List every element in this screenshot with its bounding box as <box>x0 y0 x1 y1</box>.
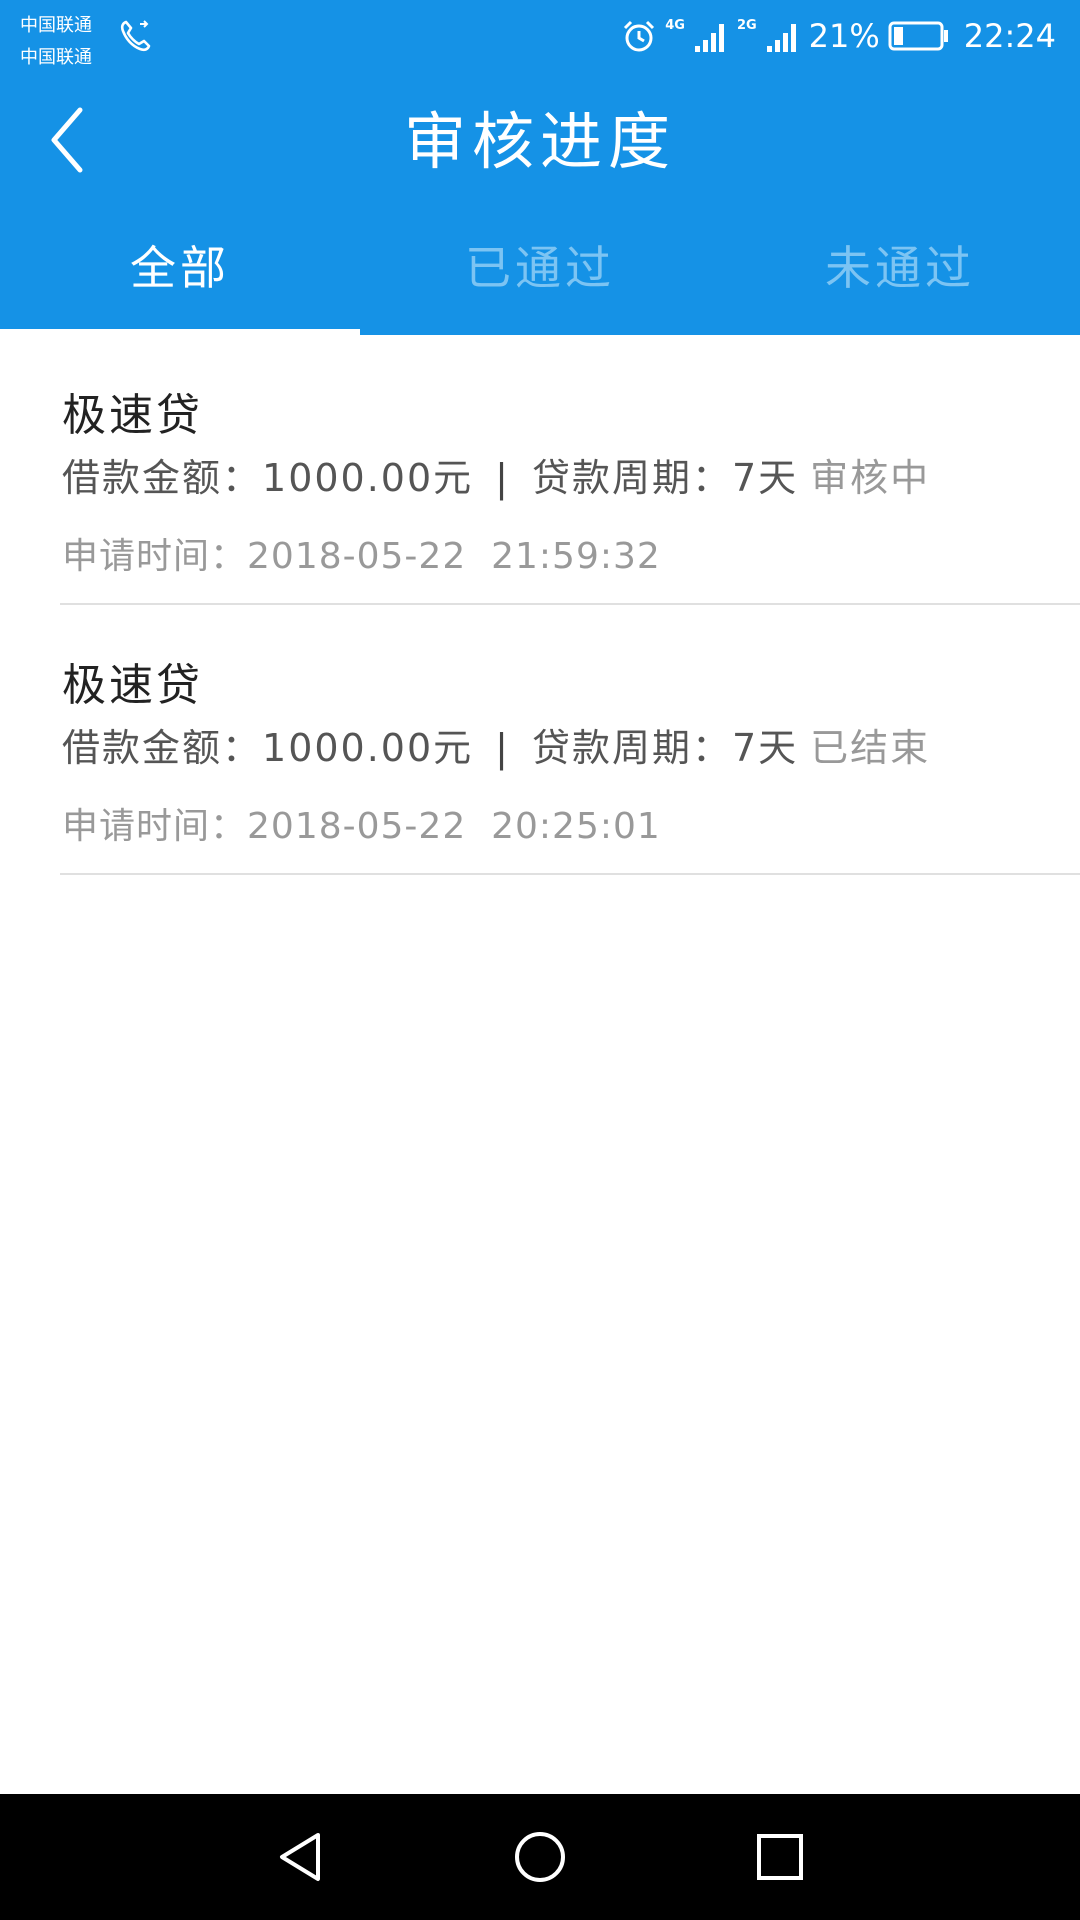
signal-icon <box>766 24 796 52</box>
page-title: 审核进度 <box>403 105 676 178</box>
tab-approved[interactable]: 已通过 <box>360 212 720 335</box>
loan-details: 借款金额：1000.00元 | 贷款周期：7天 已结束 <box>62 717 930 772</box>
system-nav-bar <box>0 1794 1080 1920</box>
list-item[interactable]: 极速贷 借款金额：1000.00元 | 贷款周期：7天 已结束 申请时间：2018-0… <box>60 605 1080 875</box>
app-bar: 审核进度 <box>0 72 1080 212</box>
network-type-2: 2G <box>736 18 757 33</box>
filter-tabs: 全部 已通过 未通过 <box>0 212 1080 335</box>
carrier-labels: 中国联通 中国联通 <box>20 10 92 74</box>
period-value: 7天 <box>731 726 799 770</box>
period-value: 7天 <box>731 456 799 500</box>
status-bar: 中国联通 中国联通 4G 2G 21% 22:24 <box>0 0 1080 72</box>
status-indicators: 4G 2G 21% 22:24 <box>621 14 1056 58</box>
phone-call-icon <box>120 20 151 52</box>
recents-square-icon[interactable] <box>750 1827 810 1887</box>
clock: 22:24 <box>963 17 1056 55</box>
network-type-1: 4G <box>665 18 685 33</box>
battery-icon <box>888 21 948 51</box>
amount-label: 借款金额： <box>62 456 263 500</box>
period-label: 贷款周期： <box>531 456 732 500</box>
home-circle-icon[interactable] <box>510 1827 570 1887</box>
time-value: 2018-05-22 21:59:32 <box>247 536 661 577</box>
amount-value: 1000.00元 <box>262 456 474 500</box>
time-value: 2018-05-22 20:25:01 <box>247 806 661 847</box>
signal-icon <box>694 24 724 52</box>
time-label: 申请时间： <box>62 806 248 847</box>
apply-time: 申请时间：2018-05-22 21:59:32 <box>62 527 661 579</box>
status-text: 已结束 <box>810 726 931 770</box>
time-label: 申请时间： <box>62 536 248 577</box>
status-text: 审核中 <box>810 456 931 500</box>
back-triangle-icon[interactable] <box>270 1827 330 1887</box>
separator: | <box>495 456 510 500</box>
period-label: 贷款周期： <box>531 726 732 770</box>
alarm-icon <box>624 20 655 52</box>
separator: | <box>495 726 510 770</box>
loan-details: 借款金额：1000.00元 | 贷款周期：7天 审核中 <box>62 447 930 502</box>
amount-label: 借款金额： <box>62 726 263 770</box>
battery-percent: 21% <box>808 17 880 55</box>
application-list: 极速贷 借款金额：1000.00元 | 贷款周期：7天 审核中 申请时间：2018-0… <box>0 335 1080 875</box>
amount-value: 1000.00元 <box>262 726 474 770</box>
carrier-2: 中国联通 <box>20 47 92 68</box>
tab-rejected[interactable]: 未通过 <box>720 212 1080 335</box>
tab-all[interactable]: 全部 <box>0 212 360 335</box>
apply-time: 申请时间：2018-05-22 20:25:01 <box>62 797 661 849</box>
product-name: 极速贷 <box>62 390 203 441</box>
list-item[interactable]: 极速贷 借款金额：1000.00元 | 贷款周期：7天 审核中 申请时间：2018-0… <box>60 335 1080 605</box>
product-name: 极速贷 <box>62 660 203 711</box>
header-area: 中国联通 中国联通 4G 2G 21% 22:24 审核进度 全部 已通过 未通… <box>0 0 1080 335</box>
carrier-1: 中国联通 <box>20 15 92 36</box>
